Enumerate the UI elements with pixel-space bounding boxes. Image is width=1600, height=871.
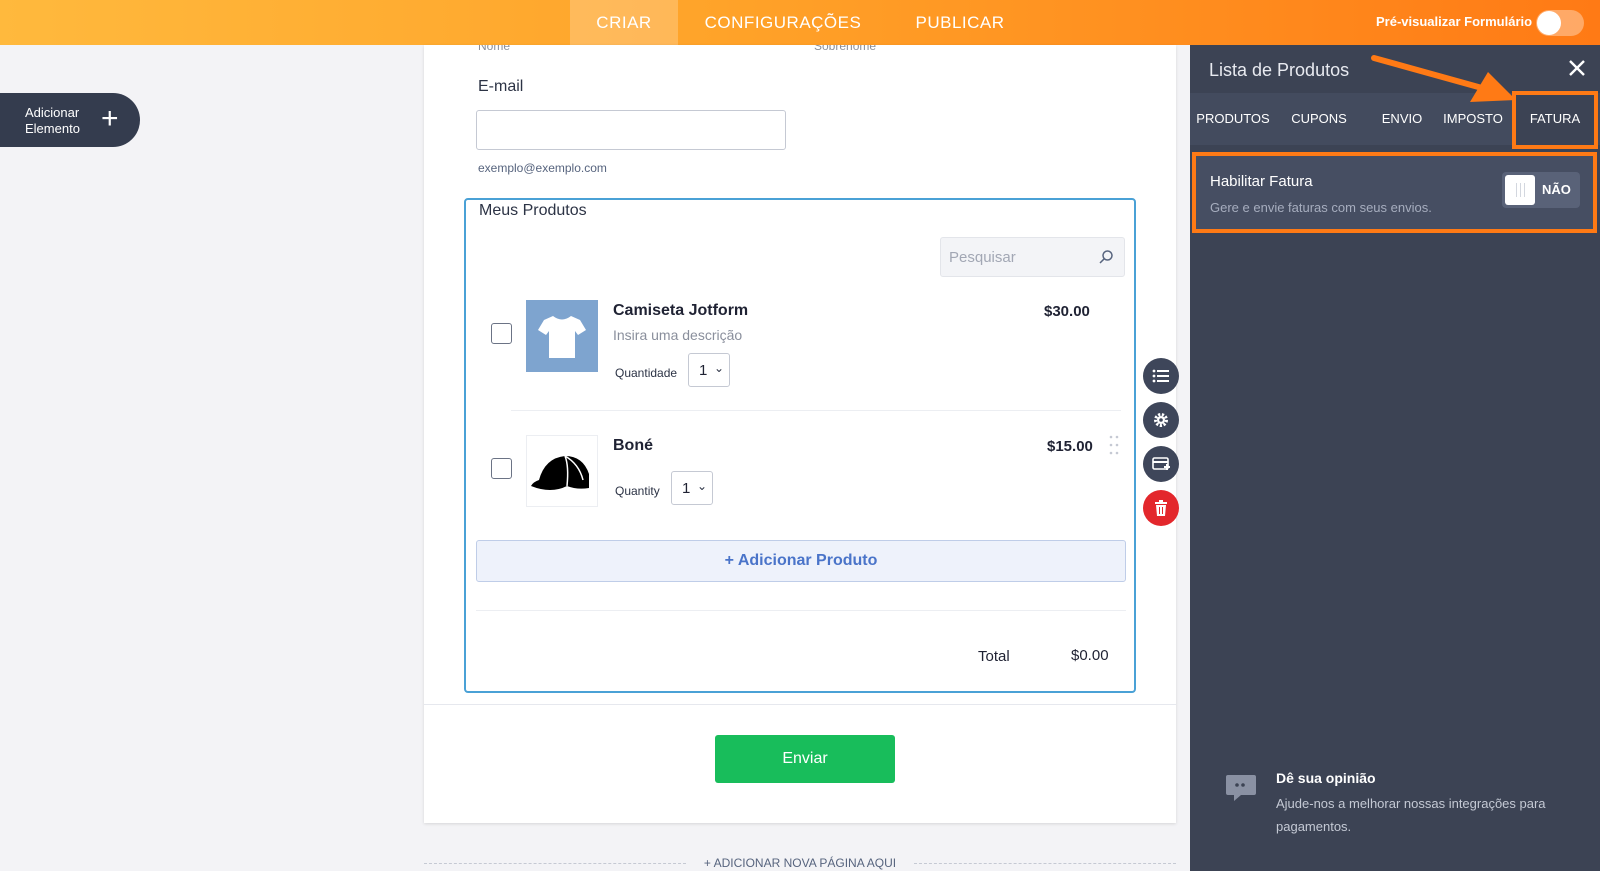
product-checkbox[interactable] (491, 323, 512, 344)
tab-configuracoes[interactable]: CONFIGURAÇÕES (690, 0, 876, 45)
arrow-icon (1371, 55, 1516, 102)
product-list-field[interactable]: Meus Produtos Pesquisar Camiseta Jotform… (464, 198, 1136, 693)
preview-form-toggle[interactable] (1536, 10, 1584, 36)
total-label: Total (978, 648, 1010, 665)
cap-icon (526, 435, 598, 507)
quantity-select[interactable]: 1 ⌄ (688, 353, 730, 387)
product-list-panel: Lista de Produtos PRODUTOS CUPONS ENVIO … (1190, 45, 1600, 871)
chat-bubble-icon (1226, 775, 1256, 801)
trash-icon (1155, 500, 1167, 516)
product-name: Camiseta Jotform (613, 302, 749, 319)
email-field[interactable] (476, 110, 786, 150)
add-product-button[interactable]: + Adicionar Produto (476, 540, 1126, 582)
add-new-page[interactable]: + ADICIONAR NOVA PÁGINA AQUI (424, 855, 1176, 871)
quantity-label: Quantity (615, 484, 660, 498)
add-new-page-label: + ADICIONAR NOVA PÁGINA AQUI (703, 856, 897, 870)
quantity-value: 1 (699, 362, 708, 379)
search-icon (1099, 250, 1113, 264)
feedback-section[interactable]: Dê sua opinião Ajude-nos a melhorar noss… (1224, 770, 1584, 850)
tab-criar[interactable]: CRIAR (570, 0, 678, 45)
form-card: Nome Sobrenome E-mail exemplo@exemplo.co… (424, 45, 1176, 823)
tab-cupons[interactable]: CUPONS (1282, 93, 1356, 145)
product-price: $15.00 (1047, 438, 1093, 455)
quantity-label: Quantidade (615, 366, 678, 380)
panel-title: Lista de Produtos (1209, 60, 1350, 80)
search-placeholder: Pesquisar (949, 249, 1016, 266)
total-divider (476, 610, 1126, 611)
chevron-down-icon: ⌄ (697, 479, 708, 493)
chevron-down-icon: ⌄ (714, 361, 725, 375)
settings-button[interactable] (1143, 402, 1179, 438)
top-bar: CRIAR CONFIGURAÇÕES PUBLICAR Pré-visuali… (0, 0, 1600, 45)
tab-publicar[interactable]: PUBLICAR (900, 0, 1020, 45)
email-label: E-mail (478, 78, 524, 95)
close-icon[interactable] (1566, 57, 1588, 79)
feedback-description: Ajude-nos a melhorar nossas integrações … (1276, 796, 1546, 834)
highlight-box (1512, 91, 1598, 149)
email-sublabel: exemplo@exemplo.com (478, 161, 607, 175)
highlight-box (1192, 152, 1597, 233)
total-value: $0.00 (1071, 647, 1109, 664)
preview-form-label: Pré-visualizar Formulário (1376, 14, 1533, 29)
delete-button[interactable] (1143, 490, 1179, 526)
form-divider (424, 704, 1176, 705)
product-price: $30.00 (1044, 303, 1090, 320)
tshirt-icon (526, 300, 598, 372)
quantity-select[interactable]: 1 ⌄ (671, 471, 713, 505)
product-search-input[interactable]: Pesquisar (940, 237, 1125, 277)
drag-handle-icon[interactable] (1109, 435, 1119, 455)
gear-icon (1154, 413, 1168, 427)
tab-produtos[interactable]: PRODUTOS (1196, 93, 1270, 145)
submit-button[interactable]: Enviar (715, 735, 895, 783)
add-element-button[interactable]: Adicionar Elemento + (0, 93, 140, 147)
product-list-title: Meus Produtos (479, 202, 587, 219)
first-name-label: Nome (478, 45, 511, 53)
list-properties-button[interactable] (1143, 358, 1179, 394)
toggle-knob (1537, 11, 1561, 35)
product-divider (511, 410, 1121, 411)
product-description: Insira uma descrição (613, 327, 743, 343)
payment-settings-button[interactable] (1143, 446, 1179, 482)
product-checkbox[interactable] (491, 458, 512, 479)
quantity-value: 1 (682, 480, 691, 497)
last-name-label: Sobrenome (814, 45, 877, 53)
list-icon (1152, 369, 1169, 383)
product-name: Boné (613, 437, 653, 454)
add-element-label: Adicionar Elemento (25, 105, 80, 136)
feedback-title: Dê sua opinião (1276, 770, 1376, 786)
plus-icon: + (101, 102, 119, 135)
credit-card-icon (1152, 457, 1170, 470)
